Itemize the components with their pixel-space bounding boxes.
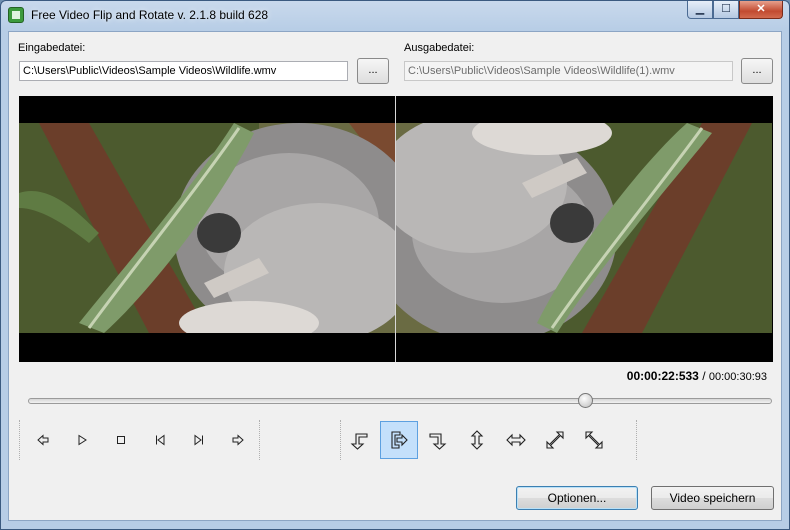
original-frame [19,123,395,333]
output-file-label: Ausgabedatei: [404,42,475,54]
save-video-button[interactable]: Video speichern [651,486,774,510]
client-area: Eingabedatei: C:\Users\Public\Videos\Sam… [8,31,782,521]
next-frame-button[interactable] [187,428,211,452]
forward-button[interactable] [226,428,250,452]
time-separator: / [702,369,706,383]
rotate-right-button[interactable] [380,421,418,459]
app-window: Free Video Flip and Rotate v. 2.1.8 buil… [0,0,790,530]
koala-image-result [396,123,772,333]
maximize-button[interactable]: ☐ [713,1,739,19]
separator [636,420,638,460]
input-file-label: Eingabedatei: [18,42,86,54]
window-title: Free Video Flip and Rotate v. 2.1.8 buil… [31,8,269,22]
antidiagonal-arrow-icon [585,431,603,449]
rotate-left-icon [350,433,368,450]
arrow-right-icon [232,434,244,446]
flip-diagonal-button[interactable] [536,421,574,459]
video-preview [19,96,773,362]
seek-slider[interactable] [28,393,772,408]
play-button[interactable] [70,428,94,452]
output-browse-button[interactable]: ... [741,58,773,84]
minimize-button[interactable]: ▁ [687,1,713,19]
stop-button[interactable] [109,428,133,452]
current-time: 00:00:22:533 [626,369,699,383]
flip-vertical-button[interactable] [458,421,496,459]
output-file-field: C:\Users\Public\Videos\Sample Videos\Wil… [404,61,733,81]
title-bar[interactable]: Free Video Flip and Rotate v. 2.1.8 buil… [1,1,789,29]
rewind-button[interactable] [31,428,55,452]
options-button[interactable]: Optionen... [516,486,638,510]
result-frame [396,123,772,333]
flip-horizontal-button[interactable] [497,421,535,459]
total-time: 00:00:30:93 [708,371,767,383]
seek-thumb[interactable] [577,393,593,408]
input-file-field[interactable]: C:\Users\Public\Videos\Sample Videos\Wil… [19,61,348,81]
rotate-180-icon [429,433,447,450]
rotate-left-button[interactable] [340,421,378,459]
flip-antidiagonal-button[interactable] [575,421,613,459]
input-browse-button[interactable]: ... [357,58,389,84]
time-display: 00:00:22:533 / 00:00:30:93 [627,369,767,383]
skip-forward-icon [194,434,203,446]
stop-icon [117,436,125,444]
rotate-right-icon [391,431,408,449]
separator [19,420,21,460]
separator [259,420,261,460]
app-icon [8,7,24,23]
close-button[interactable]: ✕ [739,1,783,19]
flip-horizontal-icon [506,433,526,447]
previous-frame-button[interactable] [148,428,172,452]
diagonal-arrow-icon [546,431,564,449]
skip-back-icon [156,434,165,446]
flip-vertical-icon [470,430,484,450]
koala-image-original [19,123,395,333]
arrow-left-icon [37,434,49,446]
rotate-180-button[interactable] [419,421,457,459]
caption-buttons: ▁ ☐ ✕ [687,1,783,19]
play-icon [78,434,87,446]
